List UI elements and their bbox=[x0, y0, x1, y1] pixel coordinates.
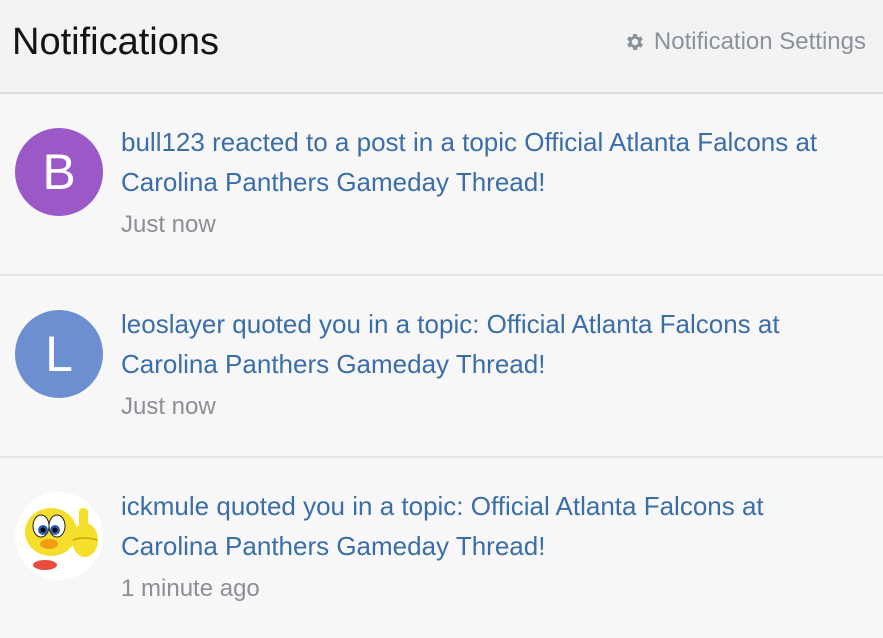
avatar[interactable]: L bbox=[15, 310, 103, 398]
notification-message[interactable]: leoslayer quoted you in a topic: Officia… bbox=[121, 304, 861, 384]
notification-list: B bull123 reacted to a post in a topic O… bbox=[0, 94, 883, 638]
settings-label: Notification Settings bbox=[653, 28, 866, 55]
page-header: Notifications Notification Settings bbox=[0, 0, 883, 94]
notification-item[interactable]: B bull123 reacted to a post in a topic O… bbox=[0, 94, 883, 276]
notification-settings-link[interactable]: Notification Settings bbox=[624, 26, 866, 58]
notification-item[interactable]: L leoslayer quoted you in a topic: Offic… bbox=[0, 276, 883, 458]
avatar-letter: B bbox=[42, 144, 76, 200]
avatar-letter: L bbox=[45, 326, 73, 382]
notification-time: Just now bbox=[121, 393, 216, 420]
avatar[interactable]: B bbox=[15, 128, 103, 216]
page-title: Notifications bbox=[12, 21, 219, 63]
gear-icon bbox=[627, 34, 643, 50]
notification-message[interactable]: bull123 reacted to a post in a topic Off… bbox=[121, 122, 861, 202]
notification-message[interactable]: ickmule quoted you in a topic: Official … bbox=[121, 486, 861, 566]
notification-time: Just now bbox=[121, 211, 216, 238]
tweety-bird-avatar-icon bbox=[15, 492, 103, 580]
notification-item[interactable]: ickmule quoted you in a topic: Official … bbox=[0, 458, 883, 638]
notification-time: 1 minute ago bbox=[121, 575, 260, 602]
avatar[interactable] bbox=[15, 492, 103, 580]
